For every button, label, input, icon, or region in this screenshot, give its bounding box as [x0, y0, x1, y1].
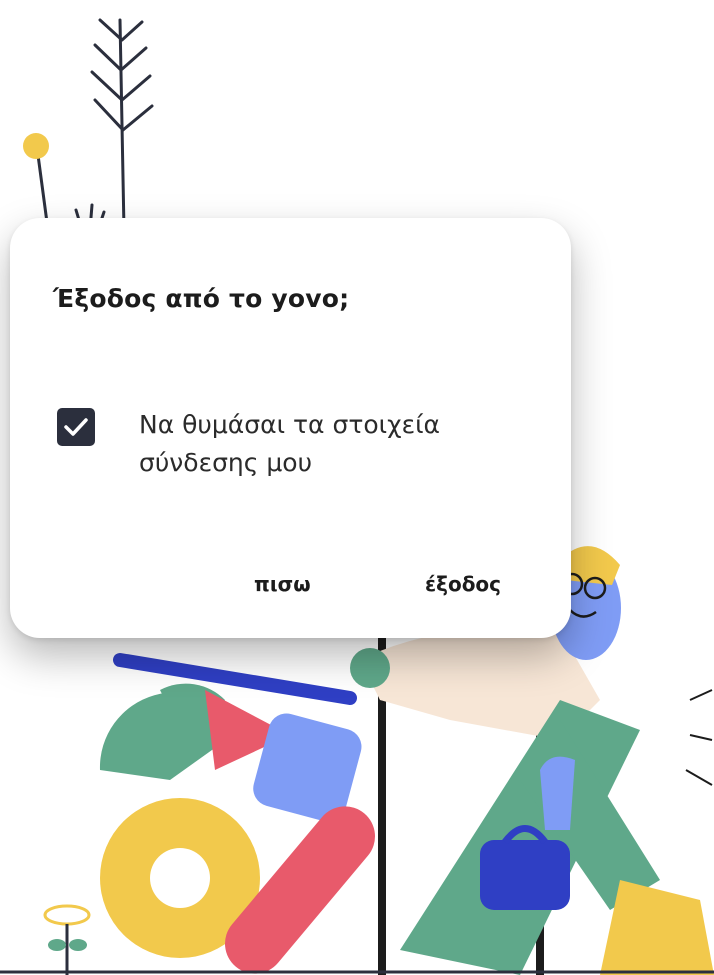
logout-dialog: Έξοδος από το yovo; Να θυμάσαι τα στοιχε… [10, 218, 571, 638]
remember-me-label: Να θυμάσαι τα στοιχεία σύνδεσης μου [139, 410, 441, 477]
exit-button[interactable]: έξοδος [419, 568, 507, 600]
plant-illustration [36, 18, 154, 232]
dialog-title: Έξοδος από το yovo; [53, 284, 350, 313]
briefcase [480, 840, 570, 910]
blue-stick [113, 653, 357, 705]
check-icon [64, 418, 88, 436]
back-button[interactable]: πισω [248, 568, 317, 600]
remember-me-row[interactable]: Να θυμάσαι τα στοιχεία σύνδεσης μου [57, 406, 509, 482]
remember-me-checkbox[interactable] [57, 408, 95, 446]
yellow-berry [23, 133, 49, 159]
